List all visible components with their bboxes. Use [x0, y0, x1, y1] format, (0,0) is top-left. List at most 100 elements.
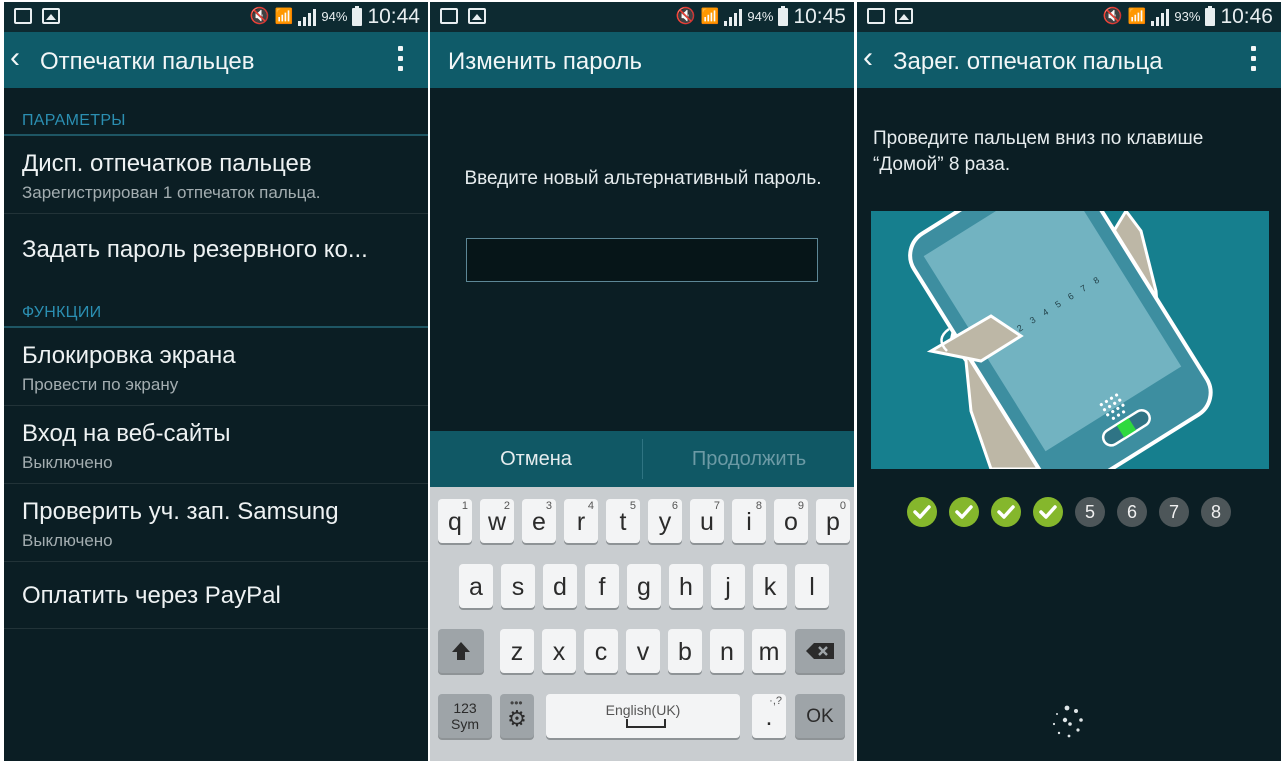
- password-prompt: Введите новый альтернативный пароль.: [464, 168, 822, 189]
- wifi-icon: 📶: [274, 8, 294, 25]
- battery-icon: [778, 6, 789, 26]
- key-h[interactable]: h: [669, 564, 703, 608]
- gallery-notification-icon: [468, 8, 486, 24]
- battery-percent: 94%: [321, 9, 348, 24]
- key-o[interactable]: 9o: [774, 499, 808, 543]
- overflow-menu-icon[interactable]: [398, 46, 404, 76]
- status-time: 10:46: [1220, 5, 1273, 28]
- key-d[interactable]: d: [543, 564, 577, 608]
- action-bar: ‹ Отпечатки пальцев: [4, 32, 428, 88]
- item-subtitle: Выключено: [22, 453, 113, 472]
- status-bar: 🔇 📶 94% 10:45: [430, 2, 854, 506]
- key-q[interactable]: 1q: [438, 499, 472, 543]
- item-title: Оплатить через PayPal: [22, 582, 281, 609]
- mute-icon: 🔇: [1102, 8, 1123, 25]
- space-key[interactable]: English(UK): [546, 694, 740, 738]
- step-completed-icon: [991, 497, 1021, 527]
- fingerprint-register-screen: 🔇 📶 93% 10:46 ‹ Зарег. отпечаток пальца …: [857, 2, 1281, 761]
- screenshot-notification-icon: [14, 8, 32, 24]
- signal-icon: [298, 8, 317, 26]
- action-bar: Изменить пароль: [430, 32, 854, 88]
- ok-key[interactable]: OK: [795, 694, 845, 738]
- shift-icon: [452, 642, 470, 660]
- more-dots: •••: [510, 696, 523, 710]
- symbols-key[interactable]: 123 Sym: [438, 694, 492, 738]
- screenshot-notification-icon: [867, 8, 885, 24]
- backspace-icon: [806, 643, 834, 659]
- page-title: Изменить пароль: [448, 48, 642, 75]
- key-z[interactable]: z: [500, 629, 534, 673]
- key-y[interactable]: 6y: [648, 499, 682, 543]
- key-n[interactable]: n: [710, 629, 744, 673]
- key-w[interactable]: 2w: [480, 499, 514, 543]
- key-f[interactable]: f: [585, 564, 619, 608]
- list-item-paypal[interactable]: Оплатить через PayPal: [4, 562, 428, 629]
- key-s[interactable]: s: [501, 564, 535, 608]
- section-header-functions: ФУНКЦИИ: [4, 298, 428, 328]
- item-subtitle: Провести по экрану: [22, 375, 179, 394]
- mute-icon: 🔇: [249, 8, 270, 25]
- key-j[interactable]: j: [711, 564, 745, 608]
- key-p[interactable]: 0p: [816, 499, 850, 543]
- battery-icon: [1205, 6, 1216, 26]
- battery-percent: 93%: [1174, 9, 1201, 24]
- status-bar: 🔇 📶 94% 10:44: [4, 2, 428, 32]
- page-title: Отпечатки пальцев: [40, 48, 255, 75]
- wifi-icon: 📶: [1127, 8, 1147, 25]
- step-pending: 5: [1075, 497, 1105, 527]
- change-password-screen: 🔇 📶 94% 10:45 Изменить пароль Введите но…: [430, 2, 854, 761]
- swipe-instruction: Проведите пальцем вниз по клавише “Домой…: [873, 128, 1204, 175]
- mute-icon: 🔇: [675, 8, 696, 25]
- key-b[interactable]: b: [668, 629, 702, 673]
- key-v[interactable]: v: [626, 629, 660, 673]
- key-l[interactable]: l: [795, 564, 829, 608]
- action-bar: ‹ Зарег. отпечаток пальца: [857, 32, 1281, 88]
- key-g[interactable]: g: [627, 564, 661, 608]
- backspace-key[interactable]: [795, 629, 845, 673]
- back-icon[interactable]: ‹: [10, 40, 20, 76]
- continue-button[interactable]: Продолжить: [643, 431, 854, 487]
- signal-icon: [1151, 8, 1170, 26]
- key-m[interactable]: m: [752, 629, 786, 673]
- item-title: Вход на веб-сайты: [22, 420, 231, 447]
- status-bar: 🔇 📶 93% 10:46: [857, 2, 1281, 32]
- back-icon[interactable]: ‹: [863, 40, 873, 76]
- gallery-notification-icon: [895, 8, 913, 24]
- status-time: 10:45: [793, 5, 846, 28]
- key-r[interactable]: 4r: [564, 499, 598, 543]
- period-key[interactable]: ·,? .: [752, 694, 786, 738]
- page-title: Зарег. отпечаток пальца: [893, 48, 1163, 75]
- key-t[interactable]: 5t: [606, 499, 640, 543]
- key-k[interactable]: k: [753, 564, 787, 608]
- key-a[interactable]: a: [459, 564, 493, 608]
- shift-key[interactable]: [438, 629, 484, 673]
- list-item-backup-password[interactable]: Задать пароль резервного ко...: [4, 214, 428, 292]
- list-item-screen-lock[interactable]: Блокировка экрана Провести по экрану: [4, 328, 428, 406]
- battery-icon: [352, 6, 363, 26]
- item-subtitle: Выключено: [22, 531, 113, 550]
- password-input[interactable]: [466, 238, 818, 282]
- cancel-button[interactable]: Отмена: [430, 431, 642, 487]
- loading-spinner-icon: [1052, 705, 1083, 738]
- settings-key[interactable]: ••• ⚙: [500, 694, 534, 738]
- item-title: Проверить уч. зап. Samsung: [22, 498, 339, 525]
- fingerprint-settings-screen: 🔇 📶 94% 10:44 ‹ Отпечатки пальцев ПАРАМЕ…: [4, 2, 428, 761]
- item-title: Блокировка экрана: [22, 342, 236, 369]
- overflow-menu-icon[interactable]: [1251, 46, 1257, 76]
- key-u[interactable]: 7u: [690, 499, 724, 543]
- signal-icon: [724, 8, 743, 26]
- wifi-icon: 📶: [700, 8, 720, 25]
- key-e[interactable]: 3e: [522, 499, 556, 543]
- status-time: 10:44: [367, 5, 420, 28]
- key-x[interactable]: x: [542, 629, 576, 673]
- key-i[interactable]: 8i: [732, 499, 766, 543]
- step-completed-icon: [907, 497, 937, 527]
- swipe-illustration: 12345678: [871, 211, 1269, 469]
- progress-steps: 5678: [907, 497, 1231, 527]
- key-c[interactable]: c: [584, 629, 618, 673]
- list-item-web-signin[interactable]: Вход на веб-сайты Выключено: [4, 406, 428, 484]
- list-item-fingerprint-manager[interactable]: Дисп. отпечатков пальцев Зарегистрирован…: [4, 136, 428, 214]
- step-pending: 6: [1117, 497, 1147, 527]
- item-title: Задать пароль резервного ко...: [22, 236, 368, 263]
- list-item-samsung-account[interactable]: Проверить уч. зап. Samsung Выключено: [4, 484, 428, 562]
